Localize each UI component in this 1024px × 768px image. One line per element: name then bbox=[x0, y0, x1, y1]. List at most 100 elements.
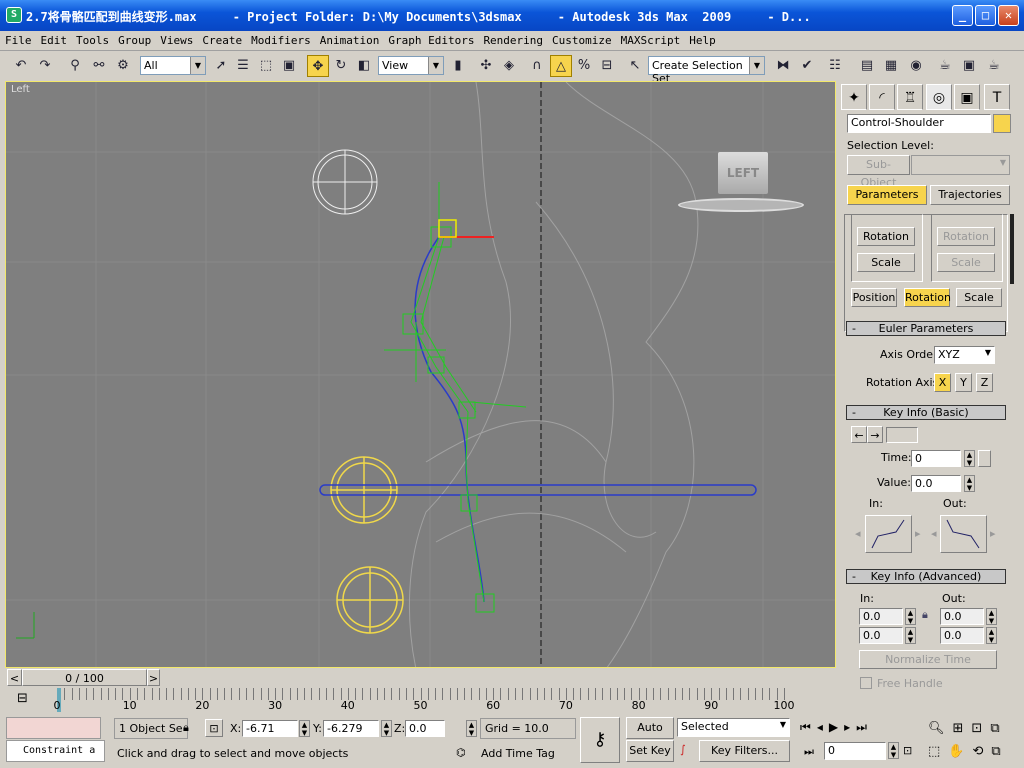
viewcube-compass[interactable] bbox=[678, 198, 804, 212]
key-info-advanced-rollout-header[interactable]: - Key Info (Advanced) bbox=[846, 569, 1006, 584]
maxscript-line[interactable]: Constraint a bbox=[6, 740, 105, 762]
time-tag-icon[interactable]: ⌬ bbox=[456, 746, 466, 759]
zoom-extents-icon[interactable]: ⊡ bbox=[971, 721, 990, 736]
named-selection-set-dropdown[interactable]: Create Selection Set ▼ bbox=[648, 56, 765, 85]
menu-maxscript[interactable]: MAXScript bbox=[616, 31, 685, 47]
create-tab-icon[interactable]: ✦ bbox=[841, 84, 867, 110]
time-spinner[interactable]: ▲ ▼ bbox=[964, 450, 975, 467]
out-spinner-1[interactable]: ▲ ▼ bbox=[986, 608, 997, 625]
previous-frame-icon[interactable]: ◂ bbox=[817, 720, 829, 734]
prev-key-arrow-icon[interactable]: ← bbox=[851, 426, 867, 443]
out-spinner-2[interactable]: ▲ ▼ bbox=[986, 627, 997, 644]
menu-create[interactable]: Create bbox=[197, 31, 246, 47]
pan-icon[interactable]: ✋ bbox=[948, 744, 972, 759]
out-tangent-button[interactable] bbox=[940, 515, 987, 553]
bind-space-warp-icon[interactable]: ⚙ bbox=[112, 55, 134, 77]
modify-tab-icon[interactable]: ◜ bbox=[869, 84, 895, 110]
menu-rendering[interactable]: Rendering bbox=[478, 31, 547, 47]
select-by-name-icon[interactable]: ☰ bbox=[232, 55, 254, 77]
axis-z-button[interactable]: Z bbox=[976, 373, 993, 392]
next-key-arrow-icon[interactable]: → bbox=[867, 426, 883, 443]
y-coordinate-field[interactable]: -6.279 bbox=[323, 720, 379, 737]
sub-object-dropdown[interactable]: ▼ bbox=[911, 155, 1010, 175]
window-crossing-icon[interactable]: ▣ bbox=[278, 55, 300, 77]
undo-icon[interactable]: ↶ bbox=[10, 55, 32, 77]
time-prev-button[interactable]: < bbox=[7, 669, 22, 686]
rotation-button[interactable]: Rotation bbox=[904, 288, 951, 307]
object-name-field[interactable]: Control-Shoulder bbox=[847, 114, 991, 133]
hierarchy-tab-icon[interactable]: ♖ bbox=[897, 84, 923, 110]
normalize-time-button[interactable]: Normalize Time bbox=[859, 650, 997, 669]
menu-modifiers[interactable]: Modifiers bbox=[246, 31, 315, 47]
time-next-button[interactable]: > bbox=[147, 669, 160, 686]
go-to-start-icon[interactable]: ⏮ bbox=[800, 720, 817, 734]
reference-coordinate-dropdown[interactable]: View ▼ bbox=[378, 56, 444, 75]
axis-order-dropdown[interactable]: XYZ ▼ bbox=[934, 346, 995, 364]
axis-x-button[interactable]: X bbox=[934, 373, 951, 392]
z-coordinate-field[interactable]: 0.0 bbox=[405, 720, 445, 737]
create-key-scale-button[interactable]: Scale bbox=[857, 253, 915, 272]
orbit-icon[interactable]: ⟲ bbox=[972, 744, 991, 759]
create-key-rotation-button[interactable]: Rotation bbox=[857, 227, 915, 246]
in-tangent-button[interactable] bbox=[865, 515, 912, 553]
key-mode-dropdown[interactable]: Selected ▼ bbox=[677, 718, 790, 737]
out-prev-arrow-icon[interactable]: ◂ bbox=[931, 527, 937, 540]
snaps-toggle-icon[interactable]: ∩ bbox=[526, 55, 548, 77]
in-next-arrow-icon[interactable]: ▸ bbox=[915, 527, 921, 540]
time-slider[interactable]: < 0 / 100 > bbox=[5, 668, 836, 687]
select-link-icon[interactable]: ⚲ bbox=[64, 55, 86, 77]
menu-animation[interactable]: Animation bbox=[315, 31, 384, 47]
trajectories-tab[interactable]: Trajectories bbox=[930, 185, 1010, 205]
display-tab-icon[interactable]: ▣ bbox=[954, 84, 980, 110]
delete-key-rotation-button[interactable]: Rotation bbox=[937, 227, 995, 246]
parameters-tab[interactable]: Parameters bbox=[847, 185, 927, 205]
in-prev-arrow-icon[interactable]: ◂ bbox=[855, 527, 861, 540]
sub-object-button[interactable]: Sub-Object bbox=[847, 155, 910, 189]
go-to-end-icon[interactable]: ⏭ bbox=[856, 720, 873, 734]
key-info-basic-rollout-header[interactable]: - Key Info (Basic) bbox=[846, 405, 1006, 420]
unlink-icon[interactable]: ⚯ bbox=[88, 55, 110, 77]
out-field-2[interactable]: 0.0 bbox=[940, 627, 984, 644]
select-rotate-icon[interactable]: ↻ bbox=[330, 55, 352, 77]
menu-tools[interactable]: Tools bbox=[71, 31, 113, 47]
default-tangent-icon[interactable]: ∫ bbox=[680, 743, 686, 756]
play-icon[interactable]: ▶ bbox=[829, 720, 844, 734]
keyboard-shortcut-override-icon[interactable]: ◈ bbox=[498, 55, 520, 77]
out-next-arrow-icon[interactable]: ▸ bbox=[990, 527, 996, 540]
viewport-left[interactable]: Left LEFT bbox=[5, 81, 836, 668]
viewcube[interactable]: LEFT bbox=[718, 152, 768, 194]
lock-icon[interactable]: 🔒︎ bbox=[922, 608, 928, 622]
maximize-viewport-icon[interactable]: ⧉ bbox=[991, 744, 1008, 759]
euler-parameters-rollout-header[interactable]: - Euler Parameters bbox=[846, 321, 1006, 336]
align-icon[interactable]: ✔ bbox=[796, 55, 818, 77]
spinner-snap-icon[interactable]: ⊟ bbox=[596, 55, 618, 77]
selection-filter-dropdown[interactable]: All ▼ bbox=[140, 56, 206, 75]
material-editor-icon[interactable]: ◉ bbox=[905, 55, 927, 77]
menu-file[interactable]: File bbox=[0, 31, 36, 47]
key-filters-button[interactable]: Key Filters... bbox=[699, 740, 790, 762]
time-field[interactable]: 0 bbox=[911, 450, 961, 467]
selection-lock-icon[interactable]: 🔒︎ bbox=[183, 721, 189, 735]
in-spinner-1[interactable]: ▲ ▼ bbox=[905, 608, 916, 625]
add-time-tag[interactable]: Add Time Tag bbox=[481, 747, 555, 760]
zoom-icon[interactable]: 🔍︎ bbox=[928, 721, 953, 736]
redo-icon[interactable]: ↷ bbox=[34, 55, 56, 77]
select-scale-icon[interactable]: ◧ bbox=[353, 55, 375, 77]
x-spinner[interactable]: ▲ ▼ bbox=[299, 720, 310, 737]
value-field[interactable]: 0.0 bbox=[911, 475, 961, 492]
delete-key-scale-button[interactable]: Scale bbox=[937, 253, 995, 272]
percent-snap-icon[interactable]: % bbox=[573, 55, 595, 77]
schematic-view-icon[interactable]: ▦ bbox=[880, 55, 902, 77]
key-mode-toggle-icon[interactable]: ⏭ bbox=[804, 745, 814, 759]
layer-manager-icon[interactable]: ☷ bbox=[824, 55, 846, 77]
menu-help[interactable]: Help bbox=[684, 31, 720, 47]
time-slider-thumb[interactable]: 0 / 100 bbox=[22, 669, 147, 686]
select-move-icon[interactable]: ✥ bbox=[307, 55, 329, 77]
in-field-2[interactable]: 0.0 bbox=[859, 627, 903, 644]
in-spinner-2[interactable]: ▲ ▼ bbox=[905, 627, 916, 644]
menu-customize[interactable]: Customize bbox=[547, 31, 616, 47]
time-lock-button[interactable] bbox=[978, 450, 991, 467]
rendered-frame-window-icon[interactable]: ▣ bbox=[958, 55, 980, 77]
frame-spinner[interactable]: ▲ ▼ bbox=[888, 742, 899, 759]
absolute-mode-icon[interactable]: ⊡ bbox=[205, 719, 223, 737]
